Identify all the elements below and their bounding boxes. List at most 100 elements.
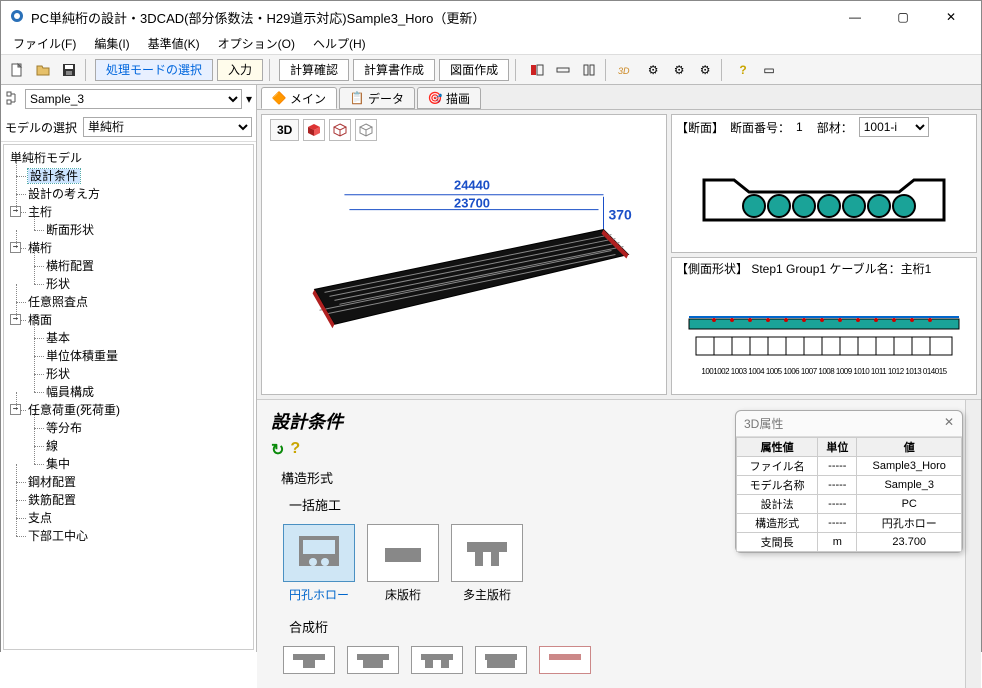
refresh-icon[interactable]: ↻ — [271, 440, 284, 460]
menu-file[interactable]: ファイル(F) — [5, 33, 84, 54]
tool-a-icon[interactable]: ⚙ — [641, 59, 665, 81]
tool-b-icon[interactable]: ⚙ — [667, 59, 691, 81]
option-multi-slab[interactable]: 多主版桁 — [451, 524, 523, 603]
tree-rebar[interactable]: 鉄筋配置 — [28, 493, 76, 507]
tree-uniform[interactable]: 等分布 — [46, 421, 82, 435]
tree-arb-load[interactable]: 任意荷重(死荷重) — [28, 403, 120, 417]
section-drawing — [672, 139, 976, 252]
align-center-icon[interactable] — [551, 59, 575, 81]
tree-steel[interactable]: 鋼材配置 — [28, 475, 76, 489]
expand-icon[interactable]: − — [10, 314, 21, 325]
info-icon[interactable]: ▭ — [757, 59, 781, 81]
tree-main-girder[interactable]: 主桁 — [28, 205, 52, 219]
tree-substructure[interactable]: 下部工中心 — [28, 529, 88, 543]
main-tab-icon: 🔶 — [272, 91, 286, 105]
side-shape-panel: 【側面形状】 Step1 Group1 ケーブル名：主桁1 — [671, 257, 977, 396]
title-bar: PC単純桁の設計・3DCAD(部分係数法・H29道示対応)Sample3_Hor… — [1, 1, 981, 33]
view-iso-red-icon[interactable] — [303, 119, 325, 141]
window-title: PC単純桁の設計・3DCAD(部分係数法・H29道示対応)Sample3_Hor… — [31, 8, 833, 27]
3d-attr-panel[interactable]: 3D属性 ✕ 属性値単位値 ファイル名-----Sample3_Horo モデル… — [735, 410, 963, 553]
svg-text:3D: 3D — [618, 66, 630, 76]
tool-c-icon[interactable]: ⚙ — [693, 59, 717, 81]
minimize-button[interactable]: — — [833, 3, 877, 31]
help-icon[interactable]: ? — [731, 59, 755, 81]
attr-table: 属性値単位値 ファイル名-----Sample3_Horo モデル名称-----… — [736, 437, 962, 552]
tab-data[interactable]: 📋データ — [339, 87, 415, 109]
option-g2[interactable] — [347, 646, 399, 674]
3d-view[interactable]: 3D 24440 23700 370 — [261, 114, 667, 395]
left-panel: Sample_3 ▾ モデルの選択 単純桁 − 単純桁モデル 設計条件 設計の考え… — [1, 85, 257, 652]
app-icon — [9, 8, 25, 27]
option-g3[interactable] — [411, 646, 463, 674]
model-tree[interactable]: −単純桁モデル 設計条件 設計の考え方 −主桁 断面形状 −横桁 横桁配置 形状 — [3, 144, 254, 650]
side-shape-drawing: 1001002 1003 1004 1005 1006 1007 1008 10… — [672, 279, 976, 395]
model-select[interactable]: 単純桁 — [83, 117, 252, 137]
mode-select-button[interactable]: 処理モードの選択 — [95, 59, 213, 81]
align-left-icon[interactable] — [525, 59, 549, 81]
model-select-label: モデルの選択 — [5, 119, 77, 136]
tab-main[interactable]: 🔶メイン — [261, 87, 337, 109]
3d-view-icon[interactable]: 3D — [615, 59, 639, 81]
vertical-scrollbar[interactable] — [965, 400, 981, 688]
tree-support[interactable]: 支点 — [28, 511, 52, 525]
member-select[interactable]: 1001-i — [859, 117, 929, 137]
align-right-icon[interactable] — [577, 59, 601, 81]
view-iso-wire-icon[interactable] — [329, 119, 351, 141]
tree-section-shape[interactable]: 断面形状 — [46, 223, 94, 237]
3d-toggle-button[interactable]: 3D — [270, 119, 299, 141]
tab-row: 🔶メイン 📋データ 🎯描画 — [257, 85, 981, 110]
tree-check-point[interactable]: 任意照査点 — [28, 295, 88, 309]
svg-text:24440: 24440 — [454, 178, 490, 193]
project-select[interactable]: Sample_3 — [25, 89, 242, 109]
tree-design-idea[interactable]: 設計の考え方 — [28, 187, 100, 201]
tree-shape[interactable]: 形状 — [46, 367, 70, 381]
side-ticks: 1001002 1003 1004 1005 1006 1007 1008 10… — [701, 367, 946, 376]
help-small-icon[interactable]: ? — [290, 440, 300, 460]
svg-text:370: 370 — [608, 207, 632, 223]
option-hollow[interactable]: 円孔ホロー — [283, 524, 355, 603]
menu-option[interactable]: オプション(O) — [210, 33, 303, 54]
mode-input-button[interactable]: 入力 — [217, 59, 263, 81]
option-g5[interactable] — [539, 646, 591, 674]
menu-help[interactable]: ヘルプ(H) — [305, 33, 374, 54]
tree-deck[interactable]: 橋面 — [28, 313, 52, 327]
option-slab[interactable]: 床版桁 — [367, 524, 439, 603]
side-shape-header: 【側面形状】 Step1 Group1 ケーブル名：主桁1 — [676, 260, 931, 277]
save-file-icon[interactable] — [57, 59, 81, 81]
tree-cross-layout[interactable]: 横桁配置 — [46, 259, 94, 273]
drawing-button[interactable]: 図面作成 — [439, 59, 509, 81]
tree-point[interactable]: 集中 — [46, 457, 70, 471]
tree-design-cond[interactable]: 設計条件 — [28, 169, 80, 183]
tree-basic[interactable]: 基本 — [46, 331, 70, 345]
new-file-icon[interactable] — [5, 59, 29, 81]
tree-cross-shape[interactable]: 形状 — [46, 277, 70, 291]
bridge-3d-drawing: 24440 23700 370 — [262, 115, 666, 394]
maximize-button[interactable]: ▢ — [881, 3, 925, 31]
calc-check-button[interactable]: 計算確認 — [279, 59, 349, 81]
view-iso-gray-icon[interactable] — [355, 119, 377, 141]
chevron-down-icon[interactable]: ▾ — [246, 92, 252, 106]
menu-edit[interactable]: 編集(I) — [86, 33, 137, 54]
report-button[interactable]: 計算書作成 — [353, 59, 435, 81]
close-button[interactable]: ✕ — [929, 3, 973, 31]
attr-panel-close-icon[interactable]: ✕ — [944, 415, 954, 432]
section-prefix: 【断面】 — [676, 119, 724, 136]
data-tab-icon: 📋 — [350, 91, 364, 105]
expand-icon[interactable]: − — [10, 206, 21, 217]
tree-width[interactable]: 幅員構成 — [46, 385, 94, 399]
section-no-label: 断面番号： — [730, 119, 790, 136]
composite-label: 合成桁 — [289, 617, 951, 636]
expand-icon[interactable]: − — [10, 242, 21, 253]
option-g4[interactable] — [475, 646, 527, 674]
menu-basic[interactable]: 基準値(K) — [140, 33, 208, 54]
tab-draw[interactable]: 🎯描画 — [417, 87, 481, 109]
tree-root[interactable]: 単純桁モデル — [10, 151, 82, 165]
tree-cross-girder[interactable]: 横桁 — [28, 241, 52, 255]
option-g1[interactable] — [283, 646, 335, 674]
open-file-icon[interactable] — [31, 59, 55, 81]
svg-text:23700: 23700 — [454, 196, 490, 211]
section-panel: 【断面】 断面番号：1 部材： 1001-i — [671, 114, 977, 253]
tree-unit-weight[interactable]: 単位体積重量 — [46, 349, 118, 363]
tree-line[interactable]: 線 — [46, 439, 58, 453]
expand-icon[interactable]: − — [10, 404, 21, 415]
